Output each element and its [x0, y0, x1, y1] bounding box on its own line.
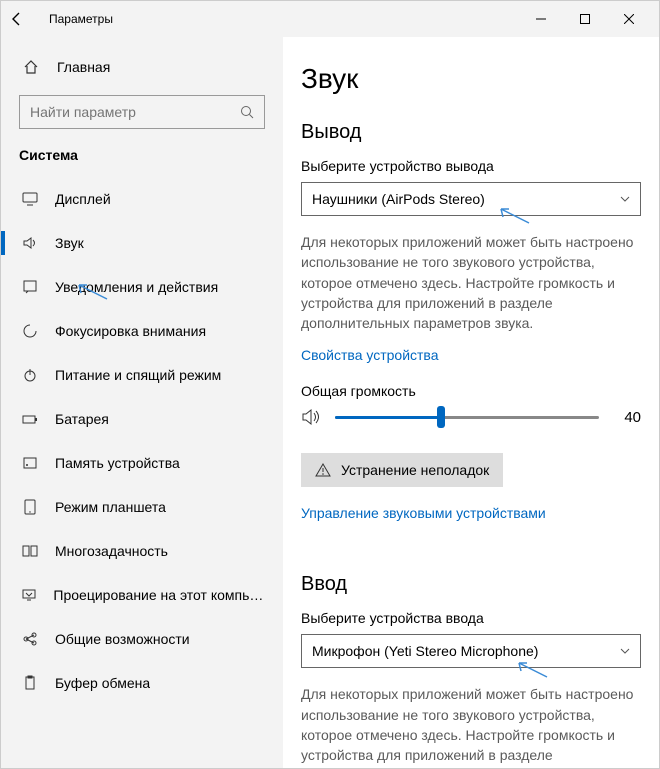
input-description: Для некоторых приложений может быть наст…: [301, 684, 641, 768]
battery-icon: [19, 411, 41, 427]
window-title: Параметры: [49, 12, 113, 26]
search-input[interactable]: [19, 95, 265, 129]
sidebar-item-label: Звук: [55, 235, 84, 251]
volume-label: Общая громкость: [301, 383, 641, 399]
main-content: Звук Вывод Выберите устройство вывода На…: [283, 37, 659, 768]
sidebar-item-0[interactable]: Дисплей: [1, 177, 283, 221]
output-heading: Вывод: [301, 121, 641, 144]
maximize-button[interactable]: [563, 4, 607, 34]
sidebar-item-11[interactable]: Буфер обмена: [1, 661, 283, 705]
sidebar-item-label: Проецирование на этот компьютер: [53, 587, 265, 603]
titlebar: Параметры: [1, 1, 659, 37]
sidebar-item-label: Память устройства: [55, 455, 180, 471]
sidebar-item-8[interactable]: Многозадачность: [1, 529, 283, 573]
volume-slider[interactable]: [335, 407, 599, 427]
output-device-dropdown[interactable]: Наушники (AirPods Stereo): [301, 182, 641, 216]
chevron-down-icon: [620, 648, 630, 654]
close-button[interactable]: [607, 4, 651, 34]
sidebar-item-5[interactable]: Батарея: [1, 397, 283, 441]
sound-icon: [19, 235, 41, 251]
sidebar-item-2[interactable]: Уведомления и действия: [1, 265, 283, 309]
sidebar-item-3[interactable]: Фокусировка внимания: [1, 309, 283, 353]
troubleshoot-button[interactable]: Устранение неполадок: [301, 453, 503, 487]
troubleshoot-label: Устранение неполадок: [341, 462, 489, 478]
warning-icon: [315, 462, 331, 478]
manage-devices-link[interactable]: Управление звуковыми устройствами: [301, 505, 546, 521]
sidebar-section-heading: Система: [1, 147, 283, 163]
back-button[interactable]: [9, 11, 41, 27]
output-description: Для некоторых приложений может быть наст…: [301, 232, 641, 333]
sidebar-item-label: Уведомления и действия: [55, 279, 218, 295]
sidebar-item-label: Питание и спящий режим: [55, 367, 221, 383]
sidebar-item-label: Многозадачность: [55, 543, 168, 559]
home-nav[interactable]: Главная: [1, 45, 283, 89]
input-device-dropdown[interactable]: Микрофон (Yeti Stereo Microphone): [301, 634, 641, 668]
power-icon: [19, 367, 41, 383]
device-properties-link[interactable]: Свойства устройства: [301, 347, 439, 363]
sidebar-item-7[interactable]: Режим планшета: [1, 485, 283, 529]
multitask-icon: [19, 543, 41, 559]
sidebar-item-label: Общие возможности: [55, 631, 190, 647]
home-icon: [19, 59, 43, 75]
chevron-down-icon: [620, 196, 630, 202]
sidebar-item-label: Режим планшета: [55, 499, 166, 515]
sidebar: Главная Система Дисплей Звук Уведомления и…: [1, 37, 283, 768]
sidebar-item-label: Батарея: [55, 411, 109, 427]
shared-icon: [19, 631, 41, 647]
project-icon: [19, 587, 39, 603]
display-icon: [19, 191, 41, 207]
storage-icon: [19, 455, 41, 471]
page-title: Звук: [301, 63, 641, 95]
focus-icon: [19, 323, 41, 339]
speaker-icon[interactable]: [301, 408, 321, 426]
clipboard-icon: [19, 675, 41, 691]
sidebar-item-label: Буфер обмена: [55, 675, 150, 691]
sidebar-item-4[interactable]: Питание и спящий режим: [1, 353, 283, 397]
output-device-value: Наушники (AirPods Stereo): [312, 191, 485, 207]
home-label: Главная: [57, 59, 110, 75]
search-box[interactable]: [19, 95, 265, 129]
input-heading: Ввод: [301, 573, 641, 596]
output-select-label: Выберите устройство вывода: [301, 158, 641, 174]
minimize-button[interactable]: [519, 4, 563, 34]
sidebar-item-1[interactable]: Звук: [1, 221, 283, 265]
sidebar-item-label: Дисплей: [55, 191, 111, 207]
sidebar-item-label: Фокусировка внимания: [55, 323, 206, 339]
volume-value: 40: [613, 409, 641, 426]
input-device-value: Микрофон (Yeti Stereo Microphone): [312, 643, 538, 659]
sidebar-item-9[interactable]: Проецирование на этот компьютер: [1, 573, 283, 617]
notifications-icon: [19, 279, 41, 295]
sidebar-item-10[interactable]: Общие возможности: [1, 617, 283, 661]
tablet-icon: [19, 499, 41, 515]
sidebar-item-6[interactable]: Память устройства: [1, 441, 283, 485]
input-select-label: Выберите устройства ввода: [301, 610, 641, 626]
